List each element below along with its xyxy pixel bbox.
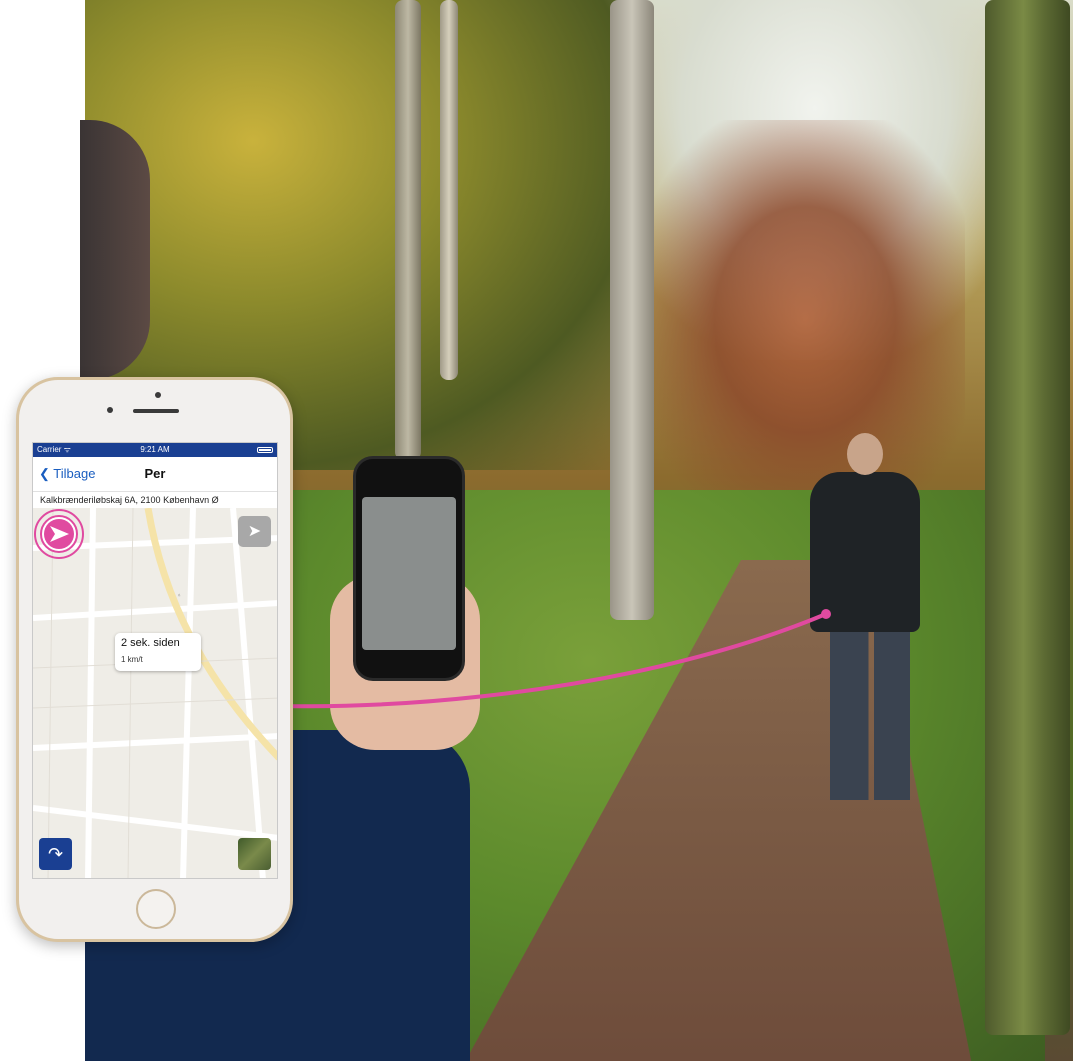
page-title: Per — [144, 466, 166, 481]
phone-mockup: Carrier ᯤ 9:21 AM ❮ Tilbage Per Kalkbræn… — [16, 377, 293, 942]
locate-button[interactable]: ➤ — [238, 516, 271, 547]
nav-bar: ❮ Tilbage Per — [33, 457, 277, 492]
walking-man-legs — [830, 625, 910, 800]
proximity-sensor — [107, 407, 113, 413]
satellite-toggle-button[interactable] — [238, 838, 271, 870]
location-popup[interactable]: 2 sek. siden 1 km/t — [115, 633, 201, 671]
tree-trunk — [610, 0, 654, 620]
map-view[interactable]: ≈ ➤ 2 sek. siden 1 km/t ↷ — [33, 508, 277, 878]
location-arrow-icon: ➤ — [247, 523, 262, 540]
front-camera — [155, 392, 161, 398]
status-time: 9:21 AM — [140, 445, 170, 454]
held-phone — [353, 456, 465, 681]
tree-trunk — [440, 0, 458, 380]
street-map — [33, 508, 277, 878]
foreground-person-head — [80, 120, 150, 380]
earpiece-speaker — [133, 409, 179, 413]
turn-right-icon: ↷ — [47, 844, 64, 864]
walking-man — [810, 472, 920, 632]
home-button — [136, 889, 176, 929]
mossy-tree-trunk — [985, 0, 1070, 1035]
time-ago-label: 2 sek. siden — [121, 637, 180, 649]
directions-button[interactable]: ↷ — [39, 838, 72, 870]
heading-arrow-icon[interactable] — [33, 508, 85, 560]
address-label: Kalkbrænderiløbskaj 6A, 2100 København Ø — [33, 492, 277, 509]
battery-icon — [257, 447, 273, 453]
status-bar: Carrier ᯤ 9:21 AM — [33, 443, 277, 457]
walking-man-head — [847, 433, 883, 475]
app-screen: Carrier ᯤ 9:21 AM ❮ Tilbage Per Kalkbræn… — [32, 442, 278, 879]
tree-trunk — [395, 0, 421, 460]
speed-label: 1 km/t — [121, 655, 143, 664]
autumn-foliage — [645, 120, 965, 520]
